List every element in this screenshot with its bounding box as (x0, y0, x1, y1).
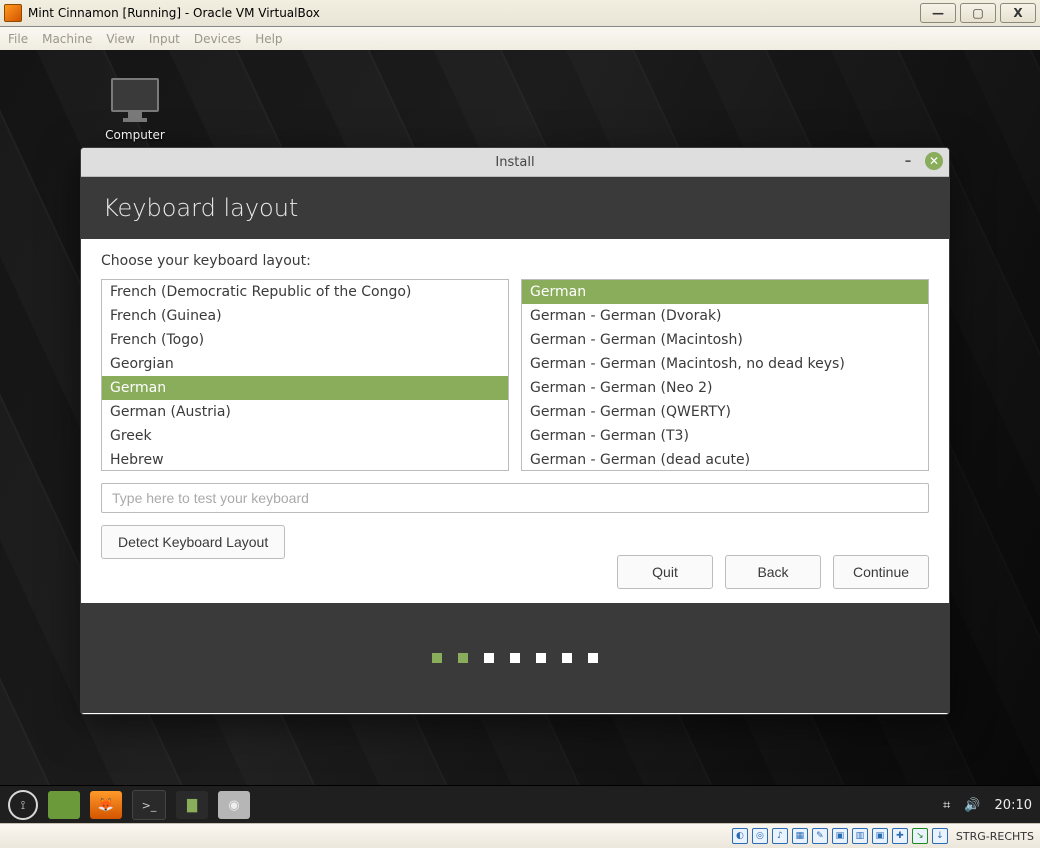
installer-progress-dots (81, 603, 949, 713)
progress-dot (536, 653, 546, 663)
volume-icon[interactable]: 🔊 (964, 798, 980, 813)
mouse-integration-icon[interactable]: ↘ (912, 828, 928, 844)
installer-header: Keyboard layout (81, 177, 949, 239)
language-row[interactable]: German (102, 376, 508, 400)
vb-title: Mint Cinnamon [Running] - Oracle VM Virt… (28, 6, 320, 20)
display-icon[interactable]: ▥ (852, 828, 868, 844)
variant-row[interactable]: German - German (dead acute) (522, 448, 928, 471)
recording-icon[interactable]: ▣ (872, 828, 888, 844)
progress-dot (510, 653, 520, 663)
vb-menu-devices[interactable]: Devices (194, 32, 241, 46)
language-row[interactable]: Georgian (102, 352, 508, 376)
installer-close-button[interactable]: ✕ (925, 152, 943, 170)
files-launcher[interactable]: ▇ (176, 791, 208, 819)
progress-dot (432, 653, 442, 663)
variant-row[interactable]: German - German (Dvorak) (522, 304, 928, 328)
folder-icon: ▇ (187, 798, 197, 813)
virtualbox-window: Mint Cinnamon [Running] - Oracle VM Virt… (0, 0, 1040, 848)
vb-close-button[interactable]: X (1000, 3, 1036, 23)
language-row[interactable]: French (Democratic Republic of the Congo… (102, 280, 508, 304)
network-icon[interactable]: ⌗ (943, 798, 950, 813)
shared-folders-icon[interactable]: ▣ (832, 828, 848, 844)
language-row[interactable]: French (Togo) (102, 328, 508, 352)
language-row[interactable]: French (Guinea) (102, 304, 508, 328)
progress-dot (588, 653, 598, 663)
installer-minimize-button[interactable]: – (899, 152, 917, 170)
panel: ⟟ 🦊 >_ ▇ ◉ ⌗ (0, 785, 1040, 824)
vb-menubar: File Machine View Input Devices Help (0, 27, 1040, 52)
taskbar-item-install[interactable]: ◉ (218, 791, 250, 819)
installer-titlebar[interactable]: Install – ✕ (81, 148, 949, 177)
audio-icon[interactable]: ♪ (772, 828, 788, 844)
page-title: Keyboard layout (103, 194, 298, 222)
layout-variant-list[interactable]: GermanGerman - German (Dvorak)German - G… (521, 279, 929, 471)
progress-dot (458, 653, 468, 663)
optical-drive-icon[interactable]: ◎ (752, 828, 768, 844)
usb-icon[interactable]: ✎ (812, 828, 828, 844)
language-row[interactable]: Greek (102, 424, 508, 448)
desktop-icon-computer[interactable]: Computer (100, 78, 170, 142)
vb-maximize-button[interactable]: ▢ (960, 3, 996, 23)
variant-row[interactable]: German - German (T3) (522, 424, 928, 448)
vb-status-icons: ◐ ◎ ♪ ▦ ✎ ▣ ▥ ▣ ✚ ↘ ↓ (732, 828, 948, 844)
installer-body: Choose your keyboard layout: French (Dem… (81, 239, 949, 603)
language-row[interactable]: German (Austria) (102, 400, 508, 424)
vb-minimize-button[interactable]: — (920, 3, 956, 23)
installer-window-title: Install (495, 155, 534, 170)
detect-keyboard-button[interactable]: Detect Keyboard Layout (101, 525, 285, 559)
host-key-label: STRG-RECHTS (956, 830, 1034, 843)
back-button[interactable]: Back (725, 555, 821, 589)
guest-display: Computer Install – ✕ Keyboard layout (0, 50, 1040, 824)
start-menu-button[interactable]: ⟟ (8, 790, 38, 820)
installer-window: Install – ✕ Keyboard layout Choose your … (80, 147, 950, 715)
close-icon: ✕ (929, 154, 939, 168)
progress-dot (562, 653, 572, 663)
quit-button[interactable]: Quit (617, 555, 713, 589)
monitor-icon (111, 78, 159, 112)
desktop[interactable]: Computer Install – ✕ Keyboard layout (0, 50, 1040, 824)
vb-menu-file[interactable]: File (8, 32, 28, 46)
keyboard-test-input[interactable] (101, 483, 929, 513)
firefox-icon: 🦊 (98, 798, 114, 813)
variant-row[interactable]: German - German (Neo 2) (522, 376, 928, 400)
variant-row[interactable]: German (522, 280, 928, 304)
variant-row[interactable]: German - German (Macintosh, no dead keys… (522, 352, 928, 376)
firefox-launcher[interactable]: 🦊 (90, 791, 122, 819)
keyboard-capture-icon[interactable]: ↓ (932, 828, 948, 844)
terminal-icon: >_ (142, 799, 157, 812)
vb-statusbar: ◐ ◎ ♪ ▦ ✎ ▣ ▥ ▣ ✚ ↘ ↓ STRG-RECHTS (0, 823, 1040, 848)
terminal-launcher[interactable]: >_ (132, 790, 166, 820)
prompt-label: Choose your keyboard layout: (101, 253, 929, 269)
show-desktop-button[interactable] (48, 791, 80, 819)
vb-menu-input[interactable]: Input (149, 32, 180, 46)
disc-icon: ◉ (228, 798, 239, 813)
vb-menu-view[interactable]: View (106, 32, 134, 46)
desktop-icon-label: Computer (100, 128, 170, 142)
continue-button[interactable]: Continue (833, 555, 929, 589)
vb-titlebar: Mint Cinnamon [Running] - Oracle VM Virt… (0, 0, 1040, 27)
virtualbox-icon (4, 4, 22, 22)
layout-language-list[interactable]: French (Democratic Republic of the Congo… (101, 279, 509, 471)
variant-row[interactable]: German - German (QWERTY) (522, 400, 928, 424)
vb-menu-help[interactable]: Help (255, 32, 282, 46)
vb-menu-machine[interactable]: Machine (42, 32, 92, 46)
mint-logo-icon: ⟟ (21, 798, 25, 813)
language-row[interactable]: Hebrew (102, 448, 508, 471)
progress-dot (484, 653, 494, 663)
variant-row[interactable]: German - German (Macintosh) (522, 328, 928, 352)
guest-additions-icon[interactable]: ✚ (892, 828, 908, 844)
network-adapter-icon[interactable]: ▦ (792, 828, 808, 844)
clock[interactable]: 20:10 (995, 798, 1032, 813)
hdd-activity-icon[interactable]: ◐ (732, 828, 748, 844)
